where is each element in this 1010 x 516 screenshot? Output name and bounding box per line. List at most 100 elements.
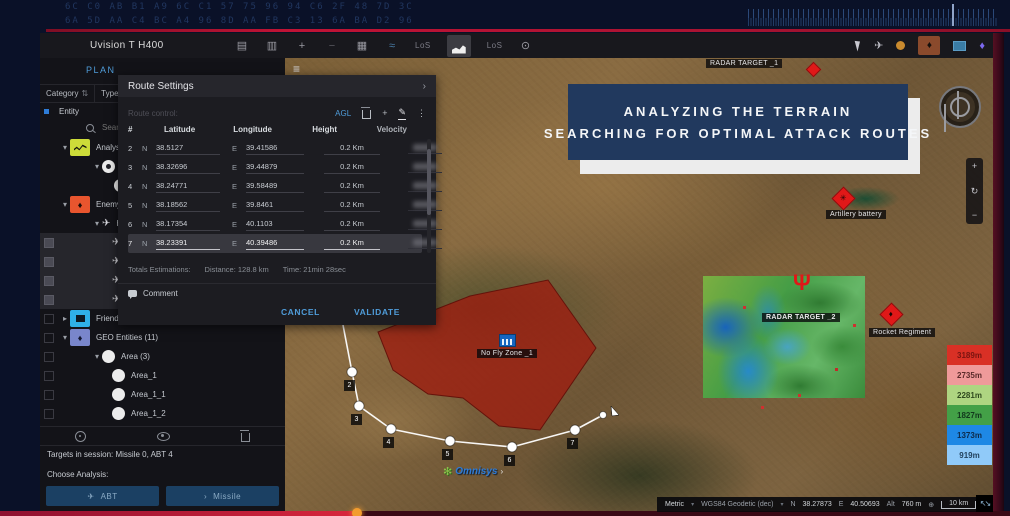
latitude-field[interactable]: 38.24771: [156, 181, 220, 193]
checkbox[interactable]: [44, 409, 54, 419]
cursor-tool-icon[interactable]: [855, 40, 863, 52]
cancel-button[interactable]: CANCEL: [281, 307, 320, 317]
velocity-field[interactable]: [408, 220, 442, 230]
waypoint-row[interactable]: 6N38.17354E40.11030.2 Km: [128, 215, 422, 234]
chevron-down-icon[interactable]: ▾: [60, 333, 70, 342]
longitude-field[interactable]: 39.8461: [246, 200, 304, 212]
velocity-field[interactable]: [408, 239, 442, 249]
velocity-field[interactable]: [408, 163, 442, 173]
height-field[interactable]: 0.2 Km: [324, 143, 380, 155]
latitude-field[interactable]: 38.5127: [156, 143, 220, 155]
chevron-right-icon[interactable]: ▸: [60, 314, 70, 323]
los-button-1[interactable]: LoS: [415, 41, 431, 50]
velocity-field[interactable]: [408, 144, 442, 154]
waypoint-label[interactable]: 5: [442, 449, 453, 460]
zoom-out-button[interactable]: −: [972, 211, 977, 220]
dialog-header[interactable]: Route Settings ›: [118, 75, 436, 97]
longitude-field[interactable]: 39.41586: [246, 143, 304, 155]
add-waypoint-icon[interactable]: +: [382, 108, 387, 118]
agl-toggle[interactable]: AGL: [335, 109, 351, 118]
tab-plan[interactable]: PLAN: [86, 65, 116, 75]
checkbox[interactable]: [44, 314, 54, 324]
latitude-field[interactable]: 38.18562: [156, 200, 220, 212]
jet-tool-icon[interactable]: ✈: [874, 39, 883, 52]
zoom-in-icon[interactable]: +: [295, 40, 309, 52]
edit-route-icon[interactable]: ✎: [398, 107, 406, 120]
checkbox[interactable]: [44, 352, 54, 362]
height-field[interactable]: 0.2 Km: [324, 200, 380, 212]
compass-rose[interactable]: [939, 86, 981, 128]
locate-icon[interactable]: [75, 431, 86, 442]
filter-category[interactable]: Category⇅: [40, 85, 95, 102]
waypoint-row[interactable]: 5N38.18562E39.84610.2 Km: [128, 196, 422, 215]
longitude-field[interactable]: 39.44879: [246, 162, 304, 174]
checkbox[interactable]: [44, 390, 54, 400]
longitude-field[interactable]: 40.39486: [246, 238, 304, 250]
map-layers-icon[interactable]: ▦: [355, 39, 369, 52]
save-all-icon[interactable]: ▥: [265, 39, 279, 52]
latitude-field[interactable]: 38.17354: [156, 219, 220, 231]
video-progress-handle[interactable]: [352, 508, 362, 516]
reset-rotation-button[interactable]: ↻: [971, 187, 979, 196]
zoom-out-icon[interactable]: −: [325, 40, 339, 52]
checkbox-checked[interactable]: [44, 238, 54, 248]
height-field[interactable]: 0.2 Km: [324, 162, 380, 174]
height-field[interactable]: 0.2 Km: [324, 181, 380, 193]
visibility-icon[interactable]: [157, 432, 170, 441]
waypoint-label[interactable]: 2: [344, 380, 355, 391]
chevron-down-icon[interactable]: ▾: [92, 162, 102, 171]
delete-waypoint-icon[interactable]: [362, 110, 371, 119]
delete-icon[interactable]: [241, 433, 250, 442]
tree-item-area-group[interactable]: ▾Area (3): [40, 347, 285, 366]
checkbox-checked[interactable]: [44, 219, 54, 229]
tree-item-area-1-1[interactable]: Area_1_1: [40, 385, 285, 404]
enemy-entity-tool-active[interactable]: ♦: [918, 36, 940, 55]
map-menu-icon[interactable]: ≡: [293, 62, 300, 76]
tree-item-area-1[interactable]: Area_1: [40, 366, 285, 385]
checkbox[interactable]: [44, 371, 54, 381]
height-field[interactable]: 0.2 Km: [324, 219, 380, 231]
checkbox-checked[interactable]: [44, 295, 54, 305]
tree-item-area-1-2[interactable]: Area_1_2: [40, 404, 285, 423]
abt-button[interactable]: ✈ABT: [46, 486, 159, 506]
scrollbar-thumb[interactable]: [427, 149, 431, 215]
orange-entity-icon[interactable]: [896, 41, 905, 50]
longitude-field[interactable]: 39.58489: [246, 181, 304, 193]
tree-item-geo-entities[interactable]: ▾♦GEO Entities (11): [40, 328, 285, 347]
friendly-entity-tool-icon[interactable]: [953, 41, 966, 51]
comment-row[interactable]: Comment: [128, 289, 178, 298]
waypoint-label[interactable]: 6: [504, 455, 515, 466]
units-dropdown[interactable]: Metric: [665, 501, 684, 508]
clock-icon[interactable]: ⊙: [518, 39, 532, 52]
checkbox-checked[interactable]: [44, 276, 54, 286]
radar-target-2-marker[interactable]: Ψ: [793, 270, 811, 296]
velocity-field[interactable]: [408, 182, 442, 192]
checkbox-checked[interactable]: [44, 257, 54, 267]
datum-dropdown[interactable]: WGS84 Geodetic (dec): [701, 501, 773, 508]
latitude-field[interactable]: 38.32696: [156, 162, 220, 174]
waypoint-label[interactable]: 3: [351, 414, 362, 425]
checkbox[interactable]: [44, 333, 54, 343]
waypoint-row-selected[interactable]: 7N38.23391E40.394860.2 Km: [128, 234, 422, 253]
globe-icon[interactable]: ⊕: [928, 501, 934, 509]
fullscreen-toggle[interactable]: ↖↘: [976, 495, 993, 512]
waypoint-label[interactable]: 7: [567, 438, 578, 449]
chevron-down-icon[interactable]: ▾: [92, 352, 102, 361]
latitude-field[interactable]: 38.23391: [156, 238, 220, 250]
chevron-down-icon[interactable]: ▾: [60, 143, 70, 152]
zoom-in-button[interactable]: +: [972, 162, 977, 171]
geo-entity-tool-icon[interactable]: ♦: [979, 40, 985, 52]
los-button-2[interactable]: LoS: [487, 41, 503, 50]
kebab-menu-icon[interactable]: ⋮: [417, 108, 426, 119]
chevron-down-icon[interactable]: ▾: [92, 219, 102, 228]
dialog-scrollbar[interactable]: [427, 139, 431, 253]
no-fly-zone-icon[interactable]: [499, 334, 516, 347]
save-icon[interactable]: ▤: [235, 39, 249, 52]
waypoint-row[interactable]: 3N38.32696E39.448790.2 Km: [128, 158, 422, 177]
waypoint-label[interactable]: 4: [383, 437, 394, 448]
chevron-right-icon[interactable]: ›: [423, 81, 426, 92]
terrain-profile-icon-active[interactable]: [447, 35, 471, 57]
checkbox-checked[interactable]: [44, 200, 54, 210]
waypoint-row[interactable]: 4N38.24771E39.584890.2 Km: [128, 177, 422, 196]
height-field[interactable]: 0.2 Km: [324, 238, 380, 250]
